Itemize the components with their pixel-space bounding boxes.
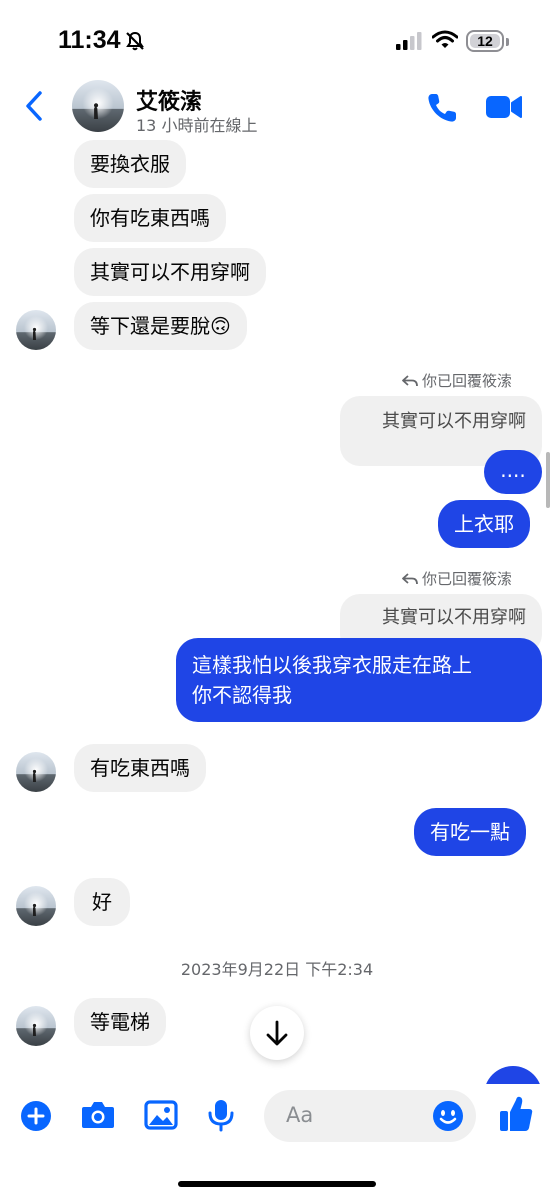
arrow-down-icon: [266, 1020, 288, 1046]
quoted-text: 其實可以不用穿啊: [382, 411, 526, 432]
microphone-icon[interactable]: [206, 1098, 236, 1132]
thumbs-up-like-icon[interactable]: [498, 1094, 534, 1134]
outgoing-message[interactable]: 有吃一點: [414, 808, 526, 856]
gallery-image-icon[interactable]: [144, 1100, 178, 1130]
message-text: 你有吃東西嗎: [90, 206, 210, 230]
message-text-line: 你不認得我: [192, 683, 292, 707]
reply-arrow-icon: [402, 375, 418, 387]
message-text: 好: [92, 890, 112, 914]
reply-indicator: 你已回覆筱溹: [402, 370, 512, 391]
emoji-smiley-icon[interactable]: [432, 1100, 464, 1132]
message-list[interactable]: 要換衣服 你有吃東西嗎 其實可以不用穿啊 等下還是要脫🙃 你已回覆筱溹 其實可以…: [0, 138, 554, 1084]
contact-avatar[interactable]: [72, 80, 124, 132]
message-text: 等下還是要脫🙃: [90, 314, 231, 338]
sender-avatar[interactable]: [16, 310, 56, 350]
quoted-text: 其實可以不用穿啊: [382, 607, 526, 628]
message-text: ....: [500, 458, 526, 482]
incoming-message[interactable]: 你有吃東西嗎: [74, 194, 226, 242]
status-time: 11:34: [58, 26, 121, 54]
reply-indicator: 你已回覆筱溹: [402, 568, 512, 589]
sender-avatar[interactable]: [16, 1006, 56, 1046]
message-input[interactable]: Aa: [264, 1090, 476, 1142]
bell-muted-icon: [126, 31, 144, 51]
message-text: 有吃一點: [430, 820, 510, 844]
chat-header: 艾筱溹 13 小時前在線上: [0, 78, 554, 138]
reply-indicator-text: 你已回覆筱溹: [422, 570, 513, 588]
home-indicator: [178, 1181, 376, 1187]
battery-indicator: 12: [466, 30, 504, 52]
incoming-message[interactable]: 其實可以不用穿啊: [74, 248, 266, 296]
outgoing-message[interactable]: ....: [484, 450, 542, 494]
reply-indicator-text: 你已回覆筱溹: [422, 372, 513, 390]
incoming-message[interactable]: 有吃東西嗎: [74, 744, 206, 792]
scrollbar[interactable]: [546, 452, 550, 508]
plus-circle-icon[interactable]: [20, 1100, 52, 1132]
battery-level: 12: [477, 33, 493, 49]
contact-last-active: 13 小時前在線上: [136, 116, 258, 135]
message-text: 有吃東西嗎: [90, 756, 190, 780]
back-chevron-icon[interactable]: [22, 90, 48, 122]
incoming-message[interactable]: 要換衣服: [74, 140, 186, 188]
incoming-message[interactable]: 等下還是要脫🙃: [74, 302, 247, 350]
cellular-signal-icon: [396, 32, 422, 50]
message-text: 等電梯: [90, 1010, 150, 1034]
sender-avatar[interactable]: [16, 752, 56, 792]
reply-arrow-icon: [402, 573, 418, 585]
status-bar: 11:34 12: [0, 0, 554, 80]
outgoing-message[interactable]: 這樣我怕以後我穿衣服走在路上 你不認得我: [176, 638, 542, 722]
video-call-icon[interactable]: [484, 92, 524, 122]
battery-tip: [506, 38, 509, 46]
incoming-message[interactable]: 等電梯: [74, 998, 166, 1046]
phone-call-icon[interactable]: [424, 90, 460, 126]
scroll-to-bottom-button[interactable]: [250, 1006, 304, 1060]
message-text-line: 這樣我怕以後我穿衣服走在路上: [192, 653, 472, 677]
outgoing-message-partial[interactable]: [484, 1066, 542, 1084]
outgoing-message[interactable]: 上衣耶: [438, 500, 530, 548]
sender-avatar[interactable]: [16, 886, 56, 926]
incoming-message[interactable]: 好: [74, 878, 130, 926]
message-text: 其實可以不用穿啊: [90, 260, 250, 284]
camera-icon[interactable]: [80, 1100, 116, 1130]
message-text: 上衣耶: [454, 512, 514, 536]
message-input-placeholder: Aa: [286, 1103, 314, 1127]
date-separator: 2023年9月22日 下午2:34: [180, 960, 374, 979]
message-text: 要換衣服: [90, 152, 170, 176]
wifi-icon: [432, 30, 458, 48]
